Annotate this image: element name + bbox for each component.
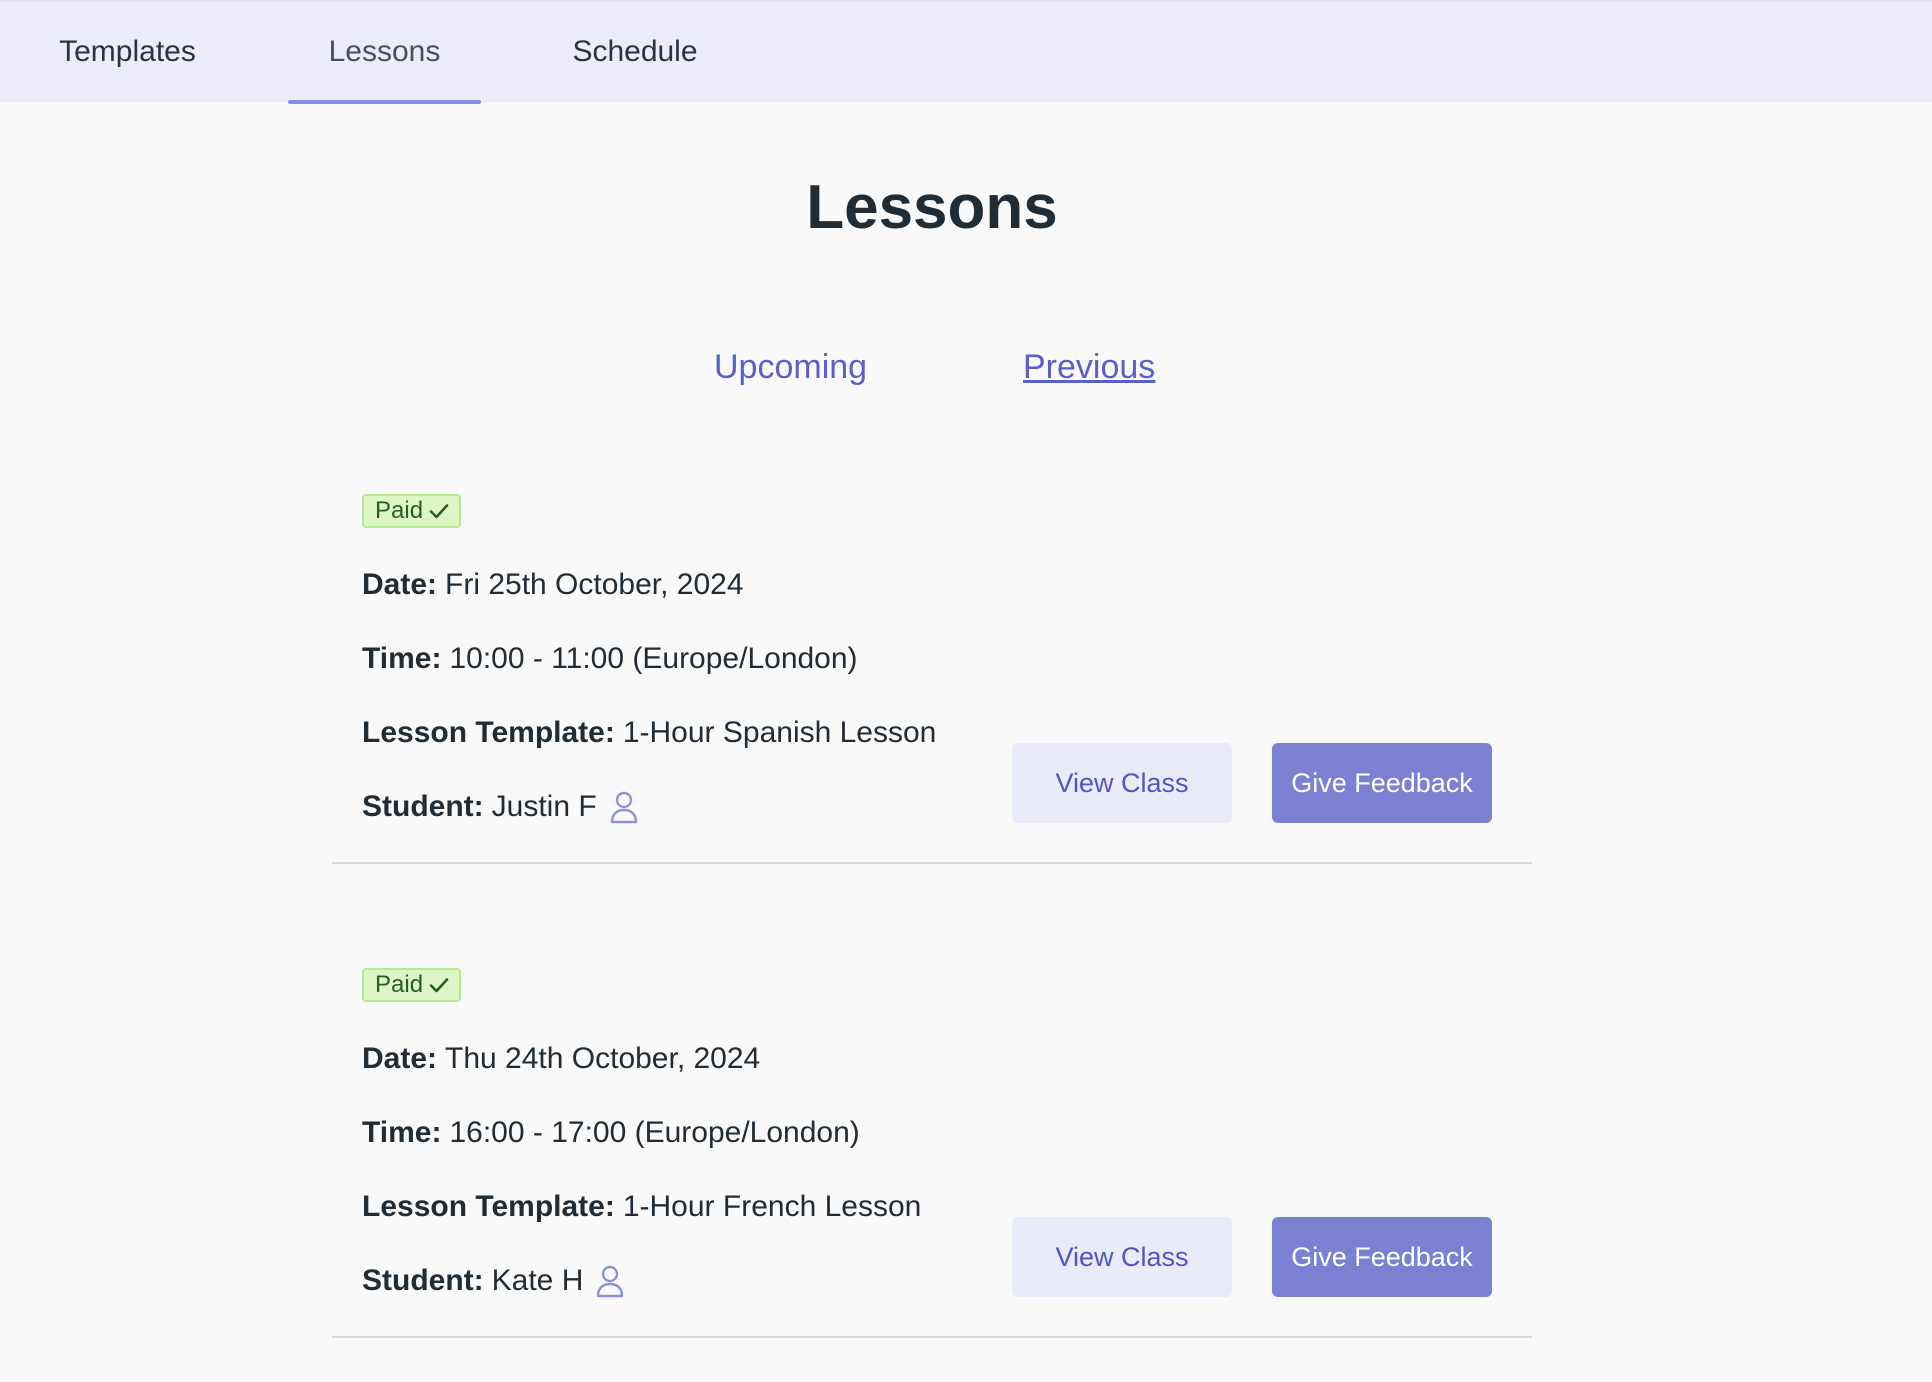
lesson-template: Lesson Template: 1-Hour Spanish Lesson <box>362 716 936 750</box>
date-value: Thu 24th October, 2024 <box>445 1042 761 1075</box>
date-value: Fri 25th October, 2024 <box>445 568 744 601</box>
view-class-button[interactable]: View Class <box>1012 1217 1232 1297</box>
time-value: 16:00 - 17:00 (Europe/London) <box>449 1116 860 1149</box>
template-value: 1-Hour Spanish Lesson <box>622 716 937 749</box>
status-label: Paid <box>375 971 424 998</box>
user-icon[interactable] <box>595 1264 625 1298</box>
date-label: Date: <box>362 1042 438 1075</box>
student-label: Student: <box>362 790 484 823</box>
lesson-student: Student: Justin F <box>362 790 639 824</box>
date-label: Date: <box>362 568 438 601</box>
filter-previous-link[interactable]: Previous <box>1023 348 1155 387</box>
view-class-button[interactable]: View Class <box>1012 743 1232 823</box>
lesson-template: Lesson Template: 1-Hour French Lesson <box>362 1190 921 1224</box>
status-label: Paid <box>375 497 424 524</box>
lesson-time: Time: 10:00 - 11:00 (Europe/London) <box>362 642 858 676</box>
lesson-student: Student: Kate H <box>362 1264 625 1298</box>
time-label: Time: <box>362 642 442 675</box>
tab-lessons[interactable]: Lessons <box>288 2 481 104</box>
user-icon[interactable] <box>609 790 639 824</box>
checkmark-icon <box>429 978 449 993</box>
page-title: Lessons <box>806 173 1058 242</box>
top-navigation: Templates Lessons Schedule <box>0 0 1932 104</box>
paid-badge: Paid <box>362 968 462 1002</box>
lesson-card: Paid Date: Thu 24th October, 2024 Time: … <box>332 964 1532 1338</box>
lesson-date: Date: Fri 25th October, 2024 <box>362 568 744 602</box>
student-name: Justin F <box>491 790 597 823</box>
tab-templates[interactable]: Templates <box>40 2 215 102</box>
lesson-card: Paid Date: Fri 25th October, 2024 Time: … <box>332 490 1532 864</box>
checkmark-icon <box>429 504 449 519</box>
student-name: Kate H <box>491 1264 584 1297</box>
give-feedback-button[interactable]: Give Feedback <box>1272 1217 1492 1297</box>
lesson-date: Date: Thu 24th October, 2024 <box>362 1042 760 1076</box>
template-label: Lesson Template: <box>362 716 615 749</box>
time-label: Time: <box>362 1116 442 1149</box>
paid-badge: Paid <box>362 494 462 528</box>
tab-schedule[interactable]: Schedule <box>550 2 720 102</box>
template-label: Lesson Template: <box>362 1190 615 1223</box>
filter-upcoming-link[interactable]: Upcoming <box>714 348 867 387</box>
student-label: Student: <box>362 1264 484 1297</box>
give-feedback-button[interactable]: Give Feedback <box>1272 743 1492 823</box>
time-value: 10:00 - 11:00 (Europe/London) <box>449 642 858 675</box>
template-value: 1-Hour French Lesson <box>622 1190 922 1223</box>
lesson-time: Time: 16:00 - 17:00 (Europe/London) <box>362 1116 860 1150</box>
